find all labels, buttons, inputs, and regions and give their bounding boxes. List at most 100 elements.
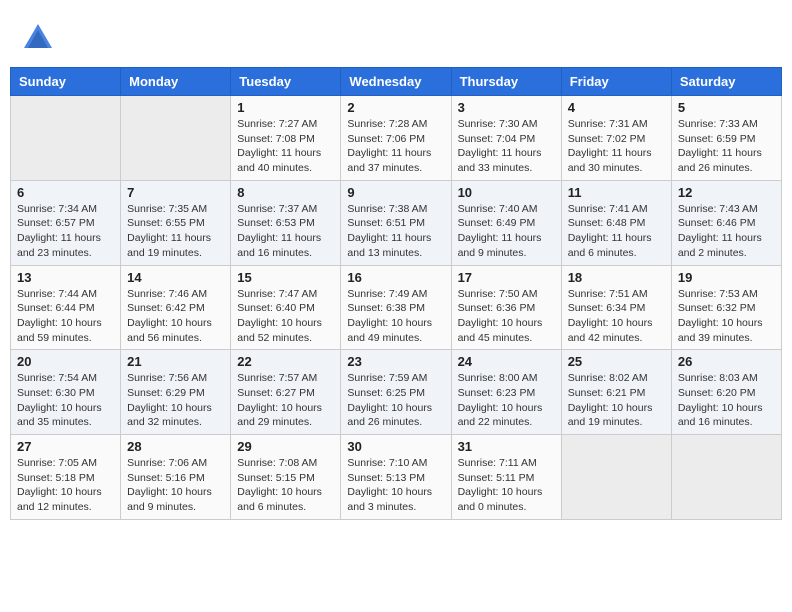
day-number: 2	[347, 100, 444, 115]
day-info: Sunrise: 7:44 AM Sunset: 6:44 PM Dayligh…	[17, 287, 114, 346]
calendar-cell: 12 Sunrise: 7:43 AM Sunset: 6:46 PM Dayli…	[671, 180, 781, 265]
day-number: 25	[568, 354, 665, 369]
day-number: 15	[237, 270, 334, 285]
day-info: Sunrise: 7:37 AM Sunset: 6:53 PM Dayligh…	[237, 202, 334, 261]
calendar-table: SundayMondayTuesdayWednesdayThursdayFrid…	[10, 67, 782, 520]
day-info: Sunrise: 7:38 AM Sunset: 6:51 PM Dayligh…	[347, 202, 444, 261]
calendar-cell: 18 Sunrise: 7:51 AM Sunset: 6:34 PM Dayli…	[561, 265, 671, 350]
day-info: Sunrise: 7:53 AM Sunset: 6:32 PM Dayligh…	[678, 287, 775, 346]
day-info: Sunrise: 7:51 AM Sunset: 6:34 PM Dayligh…	[568, 287, 665, 346]
calendar-cell: 9 Sunrise: 7:38 AM Sunset: 6:51 PM Daylig…	[341, 180, 451, 265]
page-header	[10, 10, 782, 61]
calendar-cell: 26 Sunrise: 8:03 AM Sunset: 6:20 PM Dayli…	[671, 350, 781, 435]
day-number: 10	[458, 185, 555, 200]
calendar-cell: 17 Sunrise: 7:50 AM Sunset: 6:36 PM Dayli…	[451, 265, 561, 350]
day-number: 12	[678, 185, 775, 200]
day-number: 24	[458, 354, 555, 369]
calendar-header-tuesday: Tuesday	[231, 68, 341, 96]
day-info: Sunrise: 7:59 AM Sunset: 6:25 PM Dayligh…	[347, 371, 444, 430]
day-number: 20	[17, 354, 114, 369]
calendar-cell: 20 Sunrise: 7:54 AM Sunset: 6:30 PM Dayli…	[11, 350, 121, 435]
day-number: 18	[568, 270, 665, 285]
day-number: 30	[347, 439, 444, 454]
day-info: Sunrise: 7:31 AM Sunset: 7:02 PM Dayligh…	[568, 117, 665, 176]
calendar-header-friday: Friday	[561, 68, 671, 96]
day-number: 29	[237, 439, 334, 454]
day-number: 13	[17, 270, 114, 285]
day-info: Sunrise: 7:43 AM Sunset: 6:46 PM Dayligh…	[678, 202, 775, 261]
calendar-cell: 3 Sunrise: 7:30 AM Sunset: 7:04 PM Daylig…	[451, 96, 561, 181]
day-info: Sunrise: 7:30 AM Sunset: 7:04 PM Dayligh…	[458, 117, 555, 176]
calendar-cell: 16 Sunrise: 7:49 AM Sunset: 6:38 PM Dayli…	[341, 265, 451, 350]
calendar-cell: 25 Sunrise: 8:02 AM Sunset: 6:21 PM Dayli…	[561, 350, 671, 435]
day-number: 27	[17, 439, 114, 454]
logo	[20, 20, 60, 56]
day-info: Sunrise: 7:56 AM Sunset: 6:29 PM Dayligh…	[127, 371, 224, 430]
calendar-cell: 15 Sunrise: 7:47 AM Sunset: 6:40 PM Dayli…	[231, 265, 341, 350]
day-number: 28	[127, 439, 224, 454]
calendar-header-row: SundayMondayTuesdayWednesdayThursdayFrid…	[11, 68, 782, 96]
calendar-cell: 7Sunrise: 7:35 AM Sunset: 6:55 PM Daylig…	[121, 180, 231, 265]
day-info: Sunrise: 7:46 AM Sunset: 6:42 PM Dayligh…	[127, 287, 224, 346]
day-number: 4	[568, 100, 665, 115]
day-info: Sunrise: 8:02 AM Sunset: 6:21 PM Dayligh…	[568, 371, 665, 430]
calendar-cell: 28 Sunrise: 7:06 AM Sunset: 5:16 PM Dayli…	[121, 435, 231, 520]
day-number: 17	[458, 270, 555, 285]
logo-icon	[20, 20, 56, 56]
calendar-header-thursday: Thursday	[451, 68, 561, 96]
day-number: 31	[458, 439, 555, 454]
calendar-cell: 10Sunrise: 7:40 AM Sunset: 6:49 PM Dayli…	[451, 180, 561, 265]
calendar-cell: 24 Sunrise: 8:00 AM Sunset: 6:23 PM Dayli…	[451, 350, 561, 435]
day-info: Sunrise: 7:49 AM Sunset: 6:38 PM Dayligh…	[347, 287, 444, 346]
day-number: 23	[347, 354, 444, 369]
day-info: Sunrise: 7:50 AM Sunset: 6:36 PM Dayligh…	[458, 287, 555, 346]
day-info: Sunrise: 7:28 AM Sunset: 7:06 PM Dayligh…	[347, 117, 444, 176]
calendar-cell: 31 Sunrise: 7:11 AM Sunset: 5:11 PM Dayli…	[451, 435, 561, 520]
calendar-cell: 21 Sunrise: 7:56 AM Sunset: 6:29 PM Dayli…	[121, 350, 231, 435]
day-number: 1	[237, 100, 334, 115]
calendar-week-row: 1 Sunrise: 7:27 AM Sunset: 7:08 PM Daylig…	[11, 96, 782, 181]
calendar-week-row: 27 Sunrise: 7:05 AM Sunset: 5:18 PM Dayli…	[11, 435, 782, 520]
day-info: Sunrise: 8:00 AM Sunset: 6:23 PM Dayligh…	[458, 371, 555, 430]
day-number: 8	[237, 185, 334, 200]
calendar-cell	[561, 435, 671, 520]
calendar-week-row: 6Sunrise: 7:34 AM Sunset: 6:57 PM Daylig…	[11, 180, 782, 265]
day-info: Sunrise: 7:05 AM Sunset: 5:18 PM Dayligh…	[17, 456, 114, 515]
day-info: Sunrise: 7:08 AM Sunset: 5:15 PM Dayligh…	[237, 456, 334, 515]
day-number: 3	[458, 100, 555, 115]
day-info: Sunrise: 7:47 AM Sunset: 6:40 PM Dayligh…	[237, 287, 334, 346]
day-info: Sunrise: 7:57 AM Sunset: 6:27 PM Dayligh…	[237, 371, 334, 430]
calendar-cell: 23 Sunrise: 7:59 AM Sunset: 6:25 PM Dayli…	[341, 350, 451, 435]
calendar-cell: 29 Sunrise: 7:08 AM Sunset: 5:15 PM Dayli…	[231, 435, 341, 520]
calendar-header-sunday: Sunday	[11, 68, 121, 96]
day-info: Sunrise: 7:41 AM Sunset: 6:48 PM Dayligh…	[568, 202, 665, 261]
day-number: 22	[237, 354, 334, 369]
calendar-week-row: 20 Sunrise: 7:54 AM Sunset: 6:30 PM Dayli…	[11, 350, 782, 435]
calendar-cell	[671, 435, 781, 520]
calendar-cell: 6Sunrise: 7:34 AM Sunset: 6:57 PM Daylig…	[11, 180, 121, 265]
day-number: 5	[678, 100, 775, 115]
day-info: Sunrise: 7:06 AM Sunset: 5:16 PM Dayligh…	[127, 456, 224, 515]
day-number: 21	[127, 354, 224, 369]
day-info: Sunrise: 7:10 AM Sunset: 5:13 PM Dayligh…	[347, 456, 444, 515]
day-info: Sunrise: 7:11 AM Sunset: 5:11 PM Dayligh…	[458, 456, 555, 515]
calendar-cell: 1 Sunrise: 7:27 AM Sunset: 7:08 PM Daylig…	[231, 96, 341, 181]
day-number: 16	[347, 270, 444, 285]
day-info: Sunrise: 7:54 AM Sunset: 6:30 PM Dayligh…	[17, 371, 114, 430]
day-number: 14	[127, 270, 224, 285]
calendar-cell: 5Sunrise: 7:33 AM Sunset: 6:59 PM Daylig…	[671, 96, 781, 181]
day-info: Sunrise: 7:27 AM Sunset: 7:08 PM Dayligh…	[237, 117, 334, 176]
calendar-cell: 14 Sunrise: 7:46 AM Sunset: 6:42 PM Dayli…	[121, 265, 231, 350]
day-info: Sunrise: 8:03 AM Sunset: 6:20 PM Dayligh…	[678, 371, 775, 430]
calendar-cell: 27 Sunrise: 7:05 AM Sunset: 5:18 PM Dayli…	[11, 435, 121, 520]
calendar-cell	[121, 96, 231, 181]
day-number: 26	[678, 354, 775, 369]
calendar-cell	[11, 96, 121, 181]
calendar-cell: 11Sunrise: 7:41 AM Sunset: 6:48 PM Dayli…	[561, 180, 671, 265]
day-number: 19	[678, 270, 775, 285]
day-number: 9	[347, 185, 444, 200]
calendar-cell: 19 Sunrise: 7:53 AM Sunset: 6:32 PM Dayli…	[671, 265, 781, 350]
day-number: 7	[127, 185, 224, 200]
calendar-cell: 13 Sunrise: 7:44 AM Sunset: 6:44 PM Dayli…	[11, 265, 121, 350]
day-info: Sunrise: 7:34 AM Sunset: 6:57 PM Dayligh…	[17, 202, 114, 261]
